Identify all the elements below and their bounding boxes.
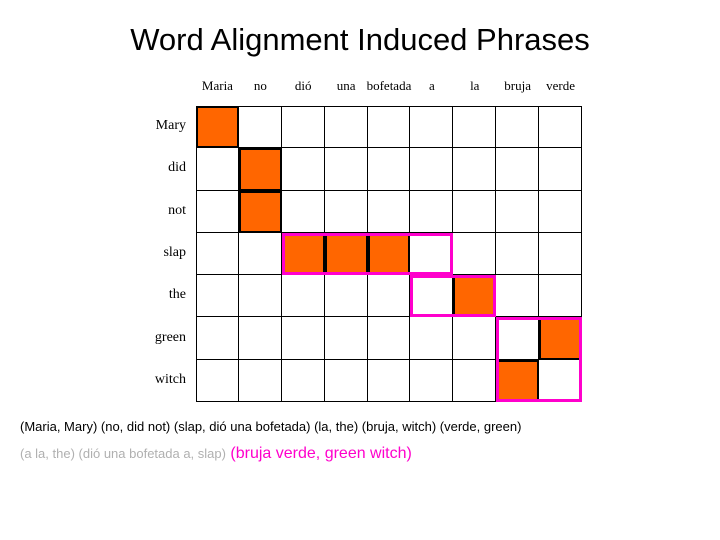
caption-line-2-gray: (a la, the) (dió una bofetada a, slap) — [20, 446, 226, 461]
column-label-verde: verde — [546, 78, 575, 93]
row-label-not: not — [168, 202, 186, 218]
alignment-cell-Mary-Maria — [196, 106, 239, 149]
phrase-box-2 — [496, 317, 582, 402]
row-label-did: did — [168, 160, 186, 176]
caption-line-1: (Maria, Mary) (no, did not) (slap, dió u… — [20, 419, 522, 434]
alignment-grid — [196, 106, 582, 402]
row-label-Mary: Mary — [155, 118, 186, 134]
alignment-cell-did-no — [238, 148, 282, 191]
alignment-cell-not-no — [238, 190, 282, 233]
row-label-witch: witch — [154, 371, 186, 387]
phrase-box-0 — [281, 232, 454, 276]
row-label-green: green — [154, 329, 186, 345]
row-label-slap: slap — [163, 245, 186, 260]
row-label-the: the — [168, 287, 186, 303]
caption-line-2-pink: (bruja verde, green witch) — [230, 445, 412, 462]
phrase-box-1 — [410, 275, 497, 318]
page-title: Word Alignment Induced Phrases — [130, 22, 590, 57]
caption-line-2: (a la, the) (dió una bofetada a, slap) (… — [20, 445, 412, 463]
